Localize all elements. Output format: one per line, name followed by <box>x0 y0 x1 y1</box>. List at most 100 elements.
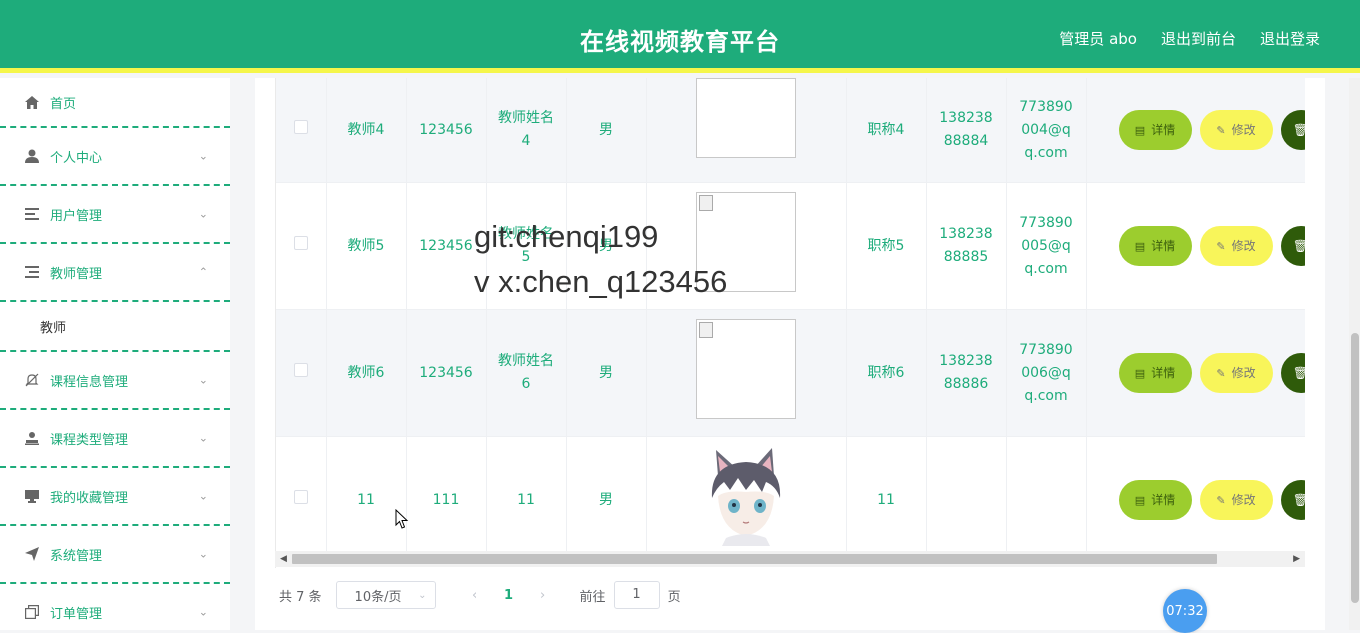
sidebar-item-home[interactable]: 首页 <box>0 78 230 128</box>
list-icon <box>24 264 40 280</box>
sidebar-item-label: 系统管理 <box>50 548 103 564</box>
row-checkbox[interactable] <box>293 362 308 377</box>
chevron-down-icon: ⌄ <box>198 605 208 619</box>
cell-name: 教师姓名5 <box>486 182 567 310</box>
sidebar-item-system[interactable]: 系统管理 ⌄ <box>0 526 230 584</box>
detail-button[interactable]: ▤ 详情 <box>1118 353 1192 393</box>
cell-password: 123456 <box>406 78 487 183</box>
cell-email: 773890004@qq.com <box>1006 78 1087 183</box>
document-icon: ▤ <box>1134 493 1146 507</box>
goto-suffix: 页 <box>667 589 681 605</box>
detail-button-label: 详情 <box>1151 122 1176 137</box>
sidebar-item-orders[interactable]: 订单管理 ⌄ <box>0 584 230 630</box>
row-checkbox[interactable] <box>293 235 308 250</box>
top-header: 在线视频教育平台 管理员 abo 退出到前台 退出登录 <box>0 0 1360 73</box>
chevron-down-icon: ⌄ <box>198 207 208 221</box>
chevron-up-icon: ⌃ <box>198 265 208 279</box>
cell-name: 教师姓名4 <box>486 78 567 183</box>
cell-phone: 13823888885 <box>926 182 1007 310</box>
sidebar-item-label: 首页 <box>50 96 77 112</box>
goto-page-input[interactable]: 1 <box>613 581 660 609</box>
scroll-right-arrow-icon[interactable]: ▶ <box>1293 554 1300 564</box>
document-icon: ▤ <box>1134 123 1146 137</box>
sidebar-item-teachers[interactable]: 教师管理 ⌃ <box>0 244 230 302</box>
sidebar-item-label: 教师管理 <box>50 266 103 282</box>
cell-account: 教师6 <box>326 309 407 437</box>
trash-icon: 🗑 <box>1293 235 1305 258</box>
document-icon: ▤ <box>1134 366 1146 380</box>
sidebar-item-label: 课程类型管理 <box>50 432 129 448</box>
scrollbar-thumb[interactable] <box>1351 333 1359 603</box>
sidebar-item-profile[interactable]: 个人中心 ⌄ <box>0 128 230 186</box>
back-to-frontend-link[interactable]: 退出到前台 <box>1161 28 1236 49</box>
table-row: 教师4 123456 教师姓名4 男 职称4 13823888884 77389… <box>276 78 1305 183</box>
cell-title: 职称6 <box>846 309 927 437</box>
sidebar-item-label: 课程信息管理 <box>50 374 129 390</box>
broken-image-icon <box>699 322 713 338</box>
page-size-select[interactable]: 10条/页 ⌄ <box>335 581 436 609</box>
admin-user-link[interactable]: 管理员 abo <box>1059 28 1137 49</box>
edit-button[interactable]: ✎ 修改 <box>1199 226 1273 266</box>
edit-button-label: 修改 <box>1231 238 1256 253</box>
cell-gender: 男 <box>566 78 647 183</box>
anime-cat-avatar-image <box>696 446 796 546</box>
detail-button[interactable]: ▤ 详情 <box>1118 110 1192 150</box>
cell-name: 11 <box>486 436 567 564</box>
clock-badge: 07:32 <box>1163 589 1207 633</box>
page-size-value: 10条/页 <box>354 589 402 605</box>
scrollbar-thumb[interactable] <box>292 554 1217 564</box>
row-checkbox[interactable] <box>293 489 308 504</box>
delete-button[interactable]: 🗑 <box>1280 110 1305 150</box>
header-nav: 管理员 abo 退出到前台 退出登录 <box>1059 28 1320 49</box>
edit-button-label: 修改 <box>1231 365 1256 380</box>
edit-button[interactable]: ✎ 修改 <box>1199 110 1273 150</box>
cell-phone <box>926 436 1007 564</box>
row-checkbox[interactable] <box>293 119 308 134</box>
sidebar-item-label: 订单管理 <box>50 606 103 622</box>
logout-link[interactable]: 退出登录 <box>1260 28 1320 49</box>
vertical-scrollbar[interactable] <box>1349 78 1360 630</box>
chevron-down-icon: ⌄ <box>198 373 208 387</box>
horizontal-scrollbar[interactable]: ◀ ▶ <box>275 551 1305 567</box>
photo-image <box>696 192 796 292</box>
scroll-left-arrow-icon[interactable]: ◀ <box>280 554 287 564</box>
edit-button[interactable]: ✎ 修改 <box>1199 480 1273 520</box>
user-icon <box>24 148 40 164</box>
page-number[interactable]: 1 <box>494 588 524 603</box>
cell-gender: 男 <box>566 182 647 310</box>
sidebar-item-users[interactable]: 用户管理 ⌄ <box>0 186 230 244</box>
detail-button-label: 详情 <box>1151 238 1176 253</box>
cell-title: 11 <box>846 436 927 564</box>
sidebar-item-courses[interactable]: 课程信息管理 ⌄ <box>0 352 230 410</box>
next-page-icon[interactable]: › <box>528 588 558 603</box>
cell-password: 123456 <box>406 309 487 437</box>
detail-button[interactable]: ▤ 详情 <box>1118 480 1192 520</box>
copy-icon <box>24 604 40 620</box>
delete-button[interactable]: 🗑 <box>1280 353 1305 393</box>
edit-button[interactable]: ✎ 修改 <box>1199 353 1273 393</box>
sidebar-item-favorites[interactable]: 我的收藏管理 ⌄ <box>0 468 230 526</box>
mouse-cursor-icon <box>395 508 409 533</box>
cell-title: 职称4 <box>846 78 927 183</box>
sidebar-subitem-teacher[interactable]: 教师 <box>0 302 230 352</box>
edit-button-label: 修改 <box>1231 122 1256 137</box>
teacher-table: 教师4 123456 教师姓名4 男 职称4 13823888884 77389… <box>275 78 1305 568</box>
cell-email: 773890005@qq.com <box>1006 182 1087 310</box>
delete-button[interactable]: 🗑 <box>1280 480 1305 520</box>
table-row: 11 111 11 男 11 ▤ 详情 ✎ 修改 <box>276 436 1305 564</box>
cell-gender: 男 <box>566 436 647 564</box>
sidebar-item-course-types[interactable]: 课程类型管理 ⌄ <box>0 410 230 468</box>
edit-icon: ✎ <box>1216 239 1226 253</box>
detail-button[interactable]: ▤ 详情 <box>1118 226 1192 266</box>
cell-account: 教师4 <box>326 78 407 183</box>
broken-image-icon <box>699 195 713 211</box>
cell-gender: 男 <box>566 309 647 437</box>
prev-page-icon[interactable]: ‹ <box>460 588 490 603</box>
pagination: 共 7 条 10条/页 ⌄ ‹ 1 › 前往 1 页 <box>279 581 681 609</box>
document-icon: ▤ <box>1134 239 1146 253</box>
delete-button[interactable]: 🗑 <box>1280 226 1305 266</box>
bell-off-icon <box>24 372 40 388</box>
trash-icon: 🗑 <box>1293 362 1305 385</box>
photo-image <box>696 319 796 419</box>
trash-icon: 🗑 <box>1293 119 1305 142</box>
